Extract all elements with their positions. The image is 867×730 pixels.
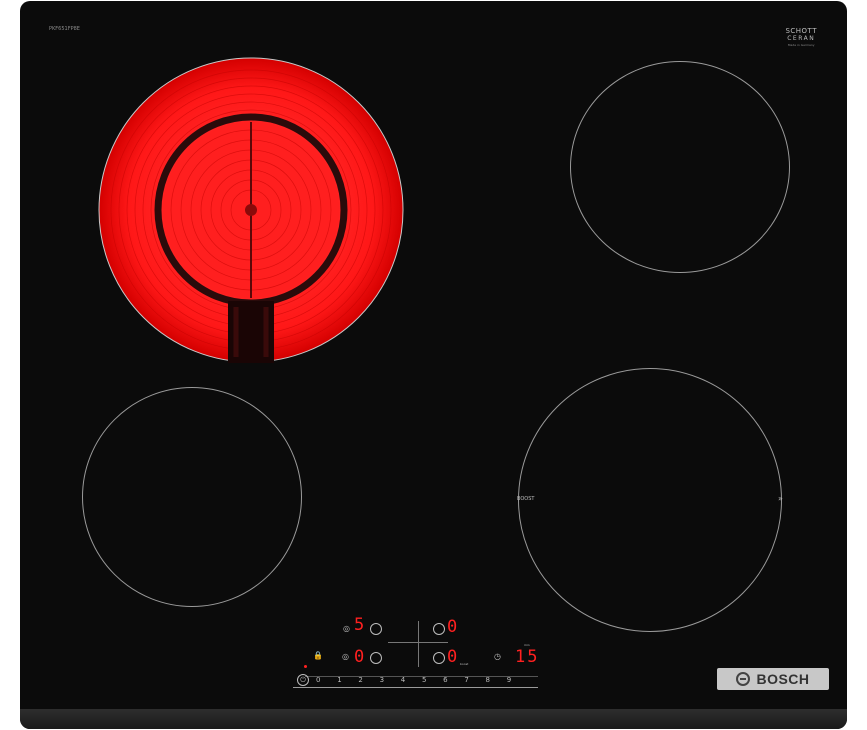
power-indicator xyxy=(304,665,307,668)
rear-right-level-display: 0 xyxy=(447,617,458,637)
rear-right-zone-button[interactable] xyxy=(433,623,445,635)
heating-zone-front-left xyxy=(82,387,302,607)
glass-brand-line3: Made in Germany xyxy=(787,43,815,47)
heating-zone-rear-right xyxy=(570,61,790,273)
bosch-logo-icon xyxy=(736,672,751,686)
boost-chevron-icon: » xyxy=(778,494,783,503)
rear-left-zone-button[interactable] xyxy=(370,623,382,635)
zone-extension-icon[interactable]: ◎ xyxy=(342,652,349,662)
glass-brand-line1: SCHOTT xyxy=(785,27,817,35)
front-right-zone-button[interactable] xyxy=(433,652,445,664)
control-panel: ◎ 5 0 🔒 ◎ 0 0 boost ◷ min 15 ⏻ 0 1 2 3 4… xyxy=(260,609,550,691)
power-icon[interactable]: ⏻ xyxy=(297,674,309,686)
slider-step[interactable]: 3 xyxy=(380,676,401,684)
front-left-level-display: 0 xyxy=(354,647,365,667)
heating-zone-rear-left xyxy=(98,57,404,363)
slider-step[interactable]: 9 xyxy=(507,676,528,684)
slider-baseline xyxy=(293,687,538,688)
power-level-slider[interactable]: 0 1 2 3 4 5 6 7 8 9 xyxy=(316,676,528,684)
slider-step[interactable]: 0 xyxy=(316,676,337,684)
glass-brand-line2: CERAN xyxy=(787,35,816,42)
child-lock-icon[interactable]: 🔒 xyxy=(313,651,323,661)
boost-button-label[interactable]: boost xyxy=(460,662,468,666)
brand-badge: BOSCH xyxy=(717,668,829,690)
cooktop: PKF651FP8E SCHOTT CERAN Made in Germany xyxy=(20,1,847,729)
zone-selector-divider xyxy=(418,621,419,667)
boost-zone-label: BOOST xyxy=(517,496,535,502)
front-right-level-display: 0 xyxy=(447,647,458,667)
slider-step[interactable]: 5 xyxy=(422,676,443,684)
schott-ceran-logo: SCHOTT CERAN Made in Germany xyxy=(785,28,817,49)
clock-icon[interactable]: ◷ xyxy=(494,652,501,662)
heating-zone-front-right xyxy=(518,368,782,632)
brand-name: BOSCH xyxy=(756,671,810,687)
slider-step[interactable]: 2 xyxy=(358,676,379,684)
front-left-zone-button[interactable] xyxy=(370,652,382,664)
slider-step[interactable]: 1 xyxy=(337,676,358,684)
slider-step[interactable]: 7 xyxy=(464,676,485,684)
slider-step[interactable]: 4 xyxy=(401,676,422,684)
slider-step[interactable]: 6 xyxy=(443,676,464,684)
slider-step[interactable]: 8 xyxy=(486,676,507,684)
model-code: PKF651FP8E xyxy=(49,26,80,32)
rear-left-level-display: 5 xyxy=(354,615,365,635)
timer-display: 15 xyxy=(515,647,540,667)
heat-indicator-icon: ◎ xyxy=(343,624,350,633)
cooktop-frame-edge xyxy=(20,709,847,729)
